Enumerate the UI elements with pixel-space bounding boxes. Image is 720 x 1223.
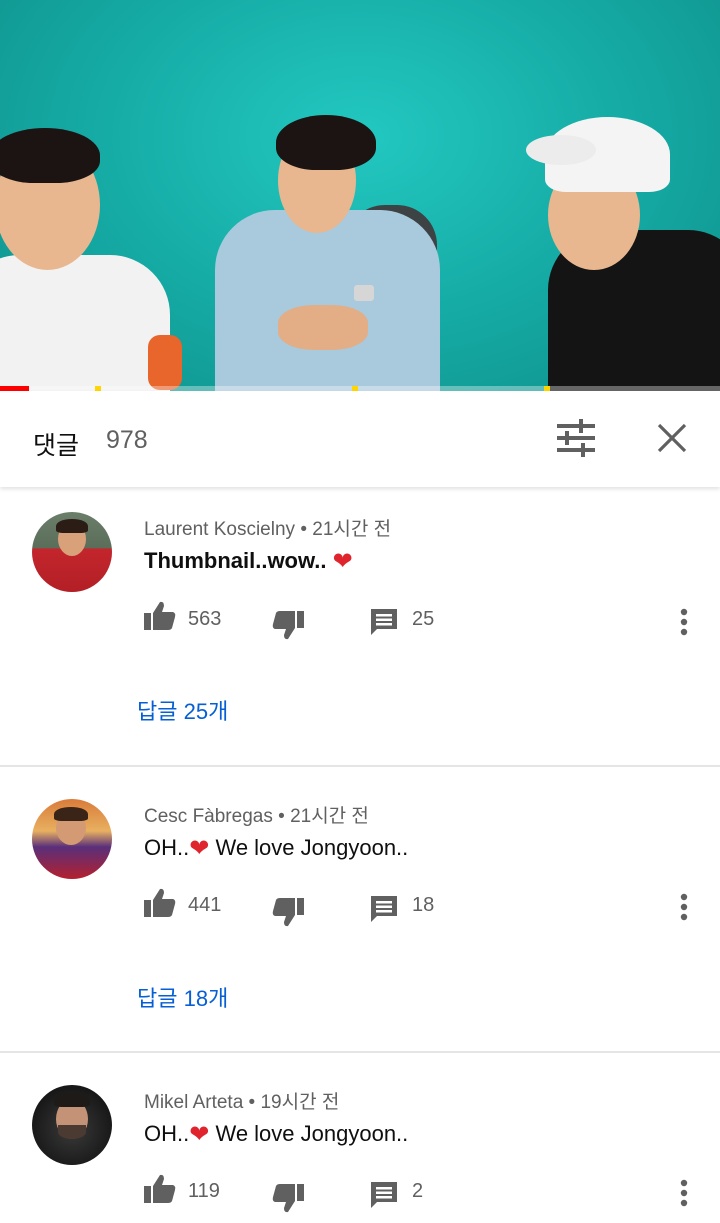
like-count: 563 — [188, 608, 222, 630]
like-button[interactable] — [143, 600, 179, 634]
person-left-hair — [0, 128, 100, 183]
person-right-cap-brim — [526, 135, 596, 165]
close-button[interactable] — [648, 414, 696, 462]
avatar[interactable] — [32, 512, 112, 592]
comment-text-start: OH.. — [144, 1121, 190, 1146]
person-center-hands — [278, 305, 368, 350]
comment-author[interactable]: Cesc Fàbregas — [144, 806, 273, 827]
reply-count: 25 — [412, 608, 435, 630]
like-button[interactable] — [143, 1173, 179, 1207]
sort-button[interactable] — [551, 418, 601, 458]
comments-count: 978 — [106, 426, 148, 454]
video-player[interactable] — [0, 0, 720, 391]
thumbs-up-icon — [144, 1174, 176, 1203]
more-options-button[interactable] — [670, 602, 698, 642]
comment-meta: Laurent Koscielny • 21시간 전 — [144, 514, 391, 541]
comment-time: 21시간 전 — [312, 519, 392, 540]
like-button[interactable] — [143, 887, 179, 921]
comment-time: 19시간 전 — [260, 1092, 340, 1113]
comment-author[interactable]: Mikel Arteta — [144, 1092, 243, 1113]
heart-emoji: ❤ — [332, 548, 353, 575]
thumbs-down-icon — [272, 1184, 304, 1213]
person-center-shirt — [215, 210, 440, 391]
more-vertical-icon — [680, 608, 688, 636]
like-count: 119 — [188, 1180, 220, 1202]
comment-item: Cesc Fàbregas • 21시간 전 OH..❤ We love Jon… — [0, 767, 720, 1051]
reply-count: 18 — [412, 894, 435, 916]
close-icon — [657, 423, 687, 453]
comment-text-start: OH.. — [144, 835, 190, 860]
comment-text-end: We love Jongyoon.. — [209, 1121, 409, 1146]
more-options-button[interactable] — [670, 1173, 698, 1213]
comment-icon — [371, 896, 397, 922]
thumbs-up-icon — [144, 601, 176, 630]
avatar[interactable] — [32, 799, 112, 879]
comment-text-body: Thumbnail..wow.. — [144, 548, 333, 573]
meta-separator: • — [278, 806, 291, 827]
view-replies-link[interactable]: 답글 25개 — [137, 694, 228, 726]
reply-button[interactable] — [369, 1180, 399, 1210]
dislike-button[interactable] — [271, 1182, 307, 1216]
person-left-shirt — [0, 255, 170, 391]
orange-chair-left — [148, 335, 182, 390]
comments-header: 댓글 978 — [0, 391, 720, 487]
shirt-logo — [354, 285, 374, 301]
comment-icon — [371, 1182, 397, 1208]
comment-text: OH..❤ We love Jongyoon.. — [144, 1120, 408, 1149]
comment-time: 21시간 전 — [290, 806, 369, 827]
view-replies-link[interactable]: 답글 18개 — [137, 981, 228, 1013]
comment-item: Laurent Koscielny • 21시간 전 Thumbnail..wo… — [0, 487, 720, 765]
heart-emoji: ❤ — [189, 835, 210, 862]
comment-icon — [371, 609, 397, 635]
reply-button[interactable] — [369, 607, 399, 637]
thumbs-down-icon — [272, 898, 304, 927]
thumbs-down-icon — [272, 611, 304, 640]
comment-meta: Mikel Arteta • 19시간 전 — [144, 1087, 339, 1114]
dislike-button[interactable] — [271, 896, 307, 930]
like-count: 441 — [188, 894, 222, 916]
comment-author[interactable]: Laurent Koscielny — [144, 519, 295, 540]
meta-separator: • — [248, 1092, 261, 1113]
more-vertical-icon — [680, 1179, 688, 1207]
comment-item: Mikel Arteta • 19시간 전 OH..❤ We love Jong… — [0, 1053, 720, 1223]
reply-button[interactable] — [369, 894, 399, 924]
comment-meta: Cesc Fàbregas • 21시간 전 — [144, 801, 369, 828]
more-vertical-icon — [680, 893, 688, 921]
person-center-hair — [276, 115, 376, 170]
sliders-icon — [557, 419, 595, 457]
more-options-button[interactable] — [670, 887, 698, 927]
heart-emoji: ❤ — [189, 1121, 210, 1148]
comment-text: OH..❤ We love Jongyoon.. — [144, 834, 408, 863]
avatar[interactable] — [32, 1085, 112, 1165]
thumbs-up-icon — [144, 888, 176, 917]
meta-separator: • — [300, 519, 313, 540]
comment-text-end: We love Jongyoon.. — [209, 835, 409, 860]
comments-title: 댓글 — [33, 432, 80, 460]
reply-count: 2 — [412, 1180, 424, 1202]
comment-text: Thumbnail..wow.. ❤ — [144, 547, 353, 576]
dislike-button[interactable] — [271, 609, 307, 643]
